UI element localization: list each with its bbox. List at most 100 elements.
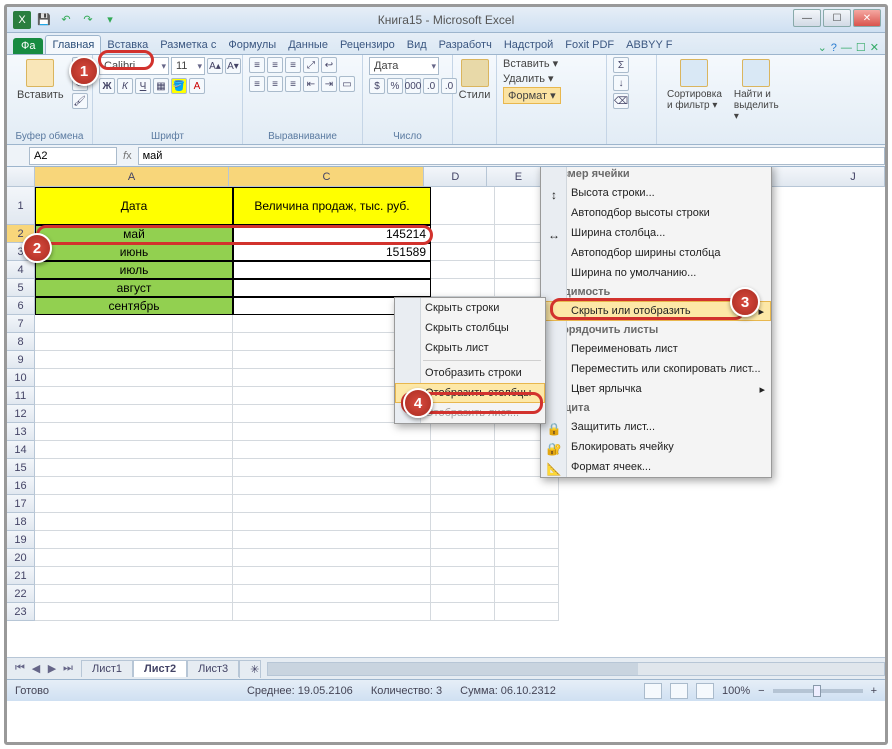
percent-icon[interactable]: %	[387, 78, 403, 94]
menu-unhide-rows[interactable]: Отобразить строки	[395, 363, 545, 383]
row-header-15[interactable]: 15	[7, 459, 35, 477]
row-header-4[interactable]: 4	[7, 261, 35, 279]
col-header-J[interactable]: J	[822, 167, 885, 186]
minimize-button[interactable]: —	[793, 9, 821, 27]
menu-col-width[interactable]: ↔Ширина столбца...	[541, 223, 771, 243]
cell-C5[interactable]	[233, 279, 431, 297]
redo-icon[interactable]: ↷	[79, 11, 97, 29]
ribbon-minimize-icon[interactable]: ⌄	[818, 41, 827, 54]
row-header-17[interactable]: 17	[7, 495, 35, 513]
bold-icon[interactable]: Ж	[99, 78, 115, 94]
tab-layout[interactable]: Разметка с	[154, 36, 222, 54]
wrap-text-icon[interactable]: ↩	[321, 57, 337, 73]
row-header-9[interactable]: 9	[7, 351, 35, 369]
sheet-nav-next-icon[interactable]: ▶	[45, 662, 59, 675]
view-normal-icon[interactable]	[644, 683, 662, 699]
name-box[interactable]: A2	[29, 147, 117, 165]
underline-icon[interactable]: Ч	[135, 78, 151, 94]
menu-hide-rows[interactable]: Скрыть строки	[395, 298, 545, 318]
row-header-13[interactable]: 13	[7, 423, 35, 441]
row-header-12[interactable]: 12	[7, 405, 35, 423]
select-all-corner[interactable]	[7, 167, 35, 186]
tab-abbyy[interactable]: ABBYY F	[620, 36, 678, 54]
view-pagebreak-icon[interactable]	[696, 683, 714, 699]
menu-auto-col-width[interactable]: Автоподбор ширины столбца	[541, 243, 771, 263]
align-middle-icon[interactable]: ≡	[267, 57, 283, 73]
doc-close-icon[interactable]: ✕	[870, 41, 879, 54]
row-header-22[interactable]: 22	[7, 585, 35, 603]
row-header-21[interactable]: 21	[7, 567, 35, 585]
cell-A5[interactable]: август	[35, 279, 233, 297]
row-header-6[interactable]: 6	[7, 297, 35, 315]
format-painter-icon[interactable]: 🖌	[72, 93, 88, 109]
find-select-button[interactable]: Найти и выделить ▾	[730, 57, 783, 124]
menu-rename-sheet[interactable]: Переименовать лист	[541, 339, 771, 359]
tab-home[interactable]: Главная	[45, 35, 101, 54]
styles-button[interactable]: Стили	[459, 57, 490, 103]
sheet-tab-3[interactable]: Лист3	[187, 660, 239, 677]
tab-developer[interactable]: Разработч	[433, 36, 498, 54]
fill-color-icon[interactable]: 🪣	[171, 78, 187, 94]
cell-A4[interactable]: июль	[35, 261, 233, 279]
tab-addins[interactable]: Надстрой	[498, 36, 559, 54]
align-left-icon[interactable]: ≡	[249, 76, 265, 92]
tab-view[interactable]: Вид	[401, 36, 433, 54]
cell-C3[interactable]: 151589	[233, 243, 431, 261]
merge-icon[interactable]: ▭	[339, 76, 355, 92]
col-header-C[interactable]: C	[229, 167, 424, 186]
zoom-slider[interactable]	[773, 689, 863, 693]
row-header-14[interactable]: 14	[7, 441, 35, 459]
menu-lock-cell[interactable]: 🔐Блокировать ячейку	[541, 437, 771, 457]
formula-input[interactable]: май	[138, 147, 885, 165]
menu-hide-sheet[interactable]: Скрыть лист	[395, 338, 545, 358]
tab-file[interactable]: Фа	[13, 38, 43, 54]
row-header-18[interactable]: 18	[7, 513, 35, 531]
row-header-7[interactable]: 7	[7, 315, 35, 333]
row-header-20[interactable]: 20	[7, 549, 35, 567]
menu-default-width[interactable]: Ширина по умолчанию...	[541, 263, 771, 283]
close-button[interactable]: ✕	[853, 9, 881, 27]
orientation-icon[interactable]: ⤢	[303, 57, 319, 73]
fx-icon[interactable]: fx	[117, 150, 138, 162]
decrease-indent-icon[interactable]: ⇤	[303, 76, 319, 92]
format-cells-button[interactable]: Формат ▾	[503, 87, 561, 104]
cell-A1[interactable]: Дата	[35, 187, 233, 225]
font-color-icon[interactable]: A	[189, 78, 205, 94]
maximize-button[interactable]: ☐	[823, 9, 851, 27]
doc-min-icon[interactable]: —	[841, 42, 852, 54]
col-header-D[interactable]: D	[424, 167, 487, 186]
help-icon[interactable]: ?	[831, 42, 837, 54]
number-format-combo[interactable]: Дата	[369, 57, 439, 75]
font-size-combo[interactable]: 11	[171, 57, 205, 75]
autosum-icon[interactable]: Σ	[613, 57, 629, 73]
clear-icon[interactable]: ⌫	[613, 93, 629, 109]
row-header-11[interactable]: 11	[7, 387, 35, 405]
horizontal-scrollbar[interactable]	[267, 662, 885, 676]
tab-data[interactable]: Данные	[282, 36, 334, 54]
tab-formulas[interactable]: Формулы	[222, 36, 282, 54]
comma-icon[interactable]: 000	[405, 78, 421, 94]
menu-hide-cols[interactable]: Скрыть столбцы	[395, 318, 545, 338]
view-layout-icon[interactable]	[670, 683, 688, 699]
align-right-icon[interactable]: ≡	[285, 76, 301, 92]
row-header-5[interactable]: 5	[7, 279, 35, 297]
sort-filter-button[interactable]: Сортировка и фильтр ▾	[663, 57, 726, 113]
tab-review[interactable]: Рецензиро	[334, 36, 401, 54]
align-top-icon[interactable]: ≡	[249, 57, 265, 73]
qat-more-icon[interactable]: ▾	[101, 11, 119, 29]
row-header-19[interactable]: 19	[7, 531, 35, 549]
row-header-16[interactable]: 16	[7, 477, 35, 495]
sheet-tab-new[interactable]: ✳	[239, 660, 261, 678]
border-icon[interactable]: ▦	[153, 78, 169, 94]
increase-indent-icon[interactable]: ⇥	[321, 76, 337, 92]
menu-tab-color[interactable]: Цвет ярлычка▸	[541, 379, 771, 399]
menu-protect-sheet[interactable]: 🔒Защитить лист...	[541, 417, 771, 437]
italic-icon[interactable]: К	[117, 78, 133, 94]
menu-format-cells[interactable]: 📐Формат ячеек...	[541, 457, 771, 477]
menu-auto-row-height[interactable]: Автоподбор высоты строки	[541, 203, 771, 223]
cell-C1[interactable]: Величина продаж, тыс. руб.	[233, 187, 431, 225]
undo-icon[interactable]: ↶	[57, 11, 75, 29]
paste-button[interactable]: Вставить	[13, 57, 68, 103]
row-header-23[interactable]: 23	[7, 603, 35, 621]
menu-row-height[interactable]: ↕Высота строки...	[541, 183, 771, 203]
